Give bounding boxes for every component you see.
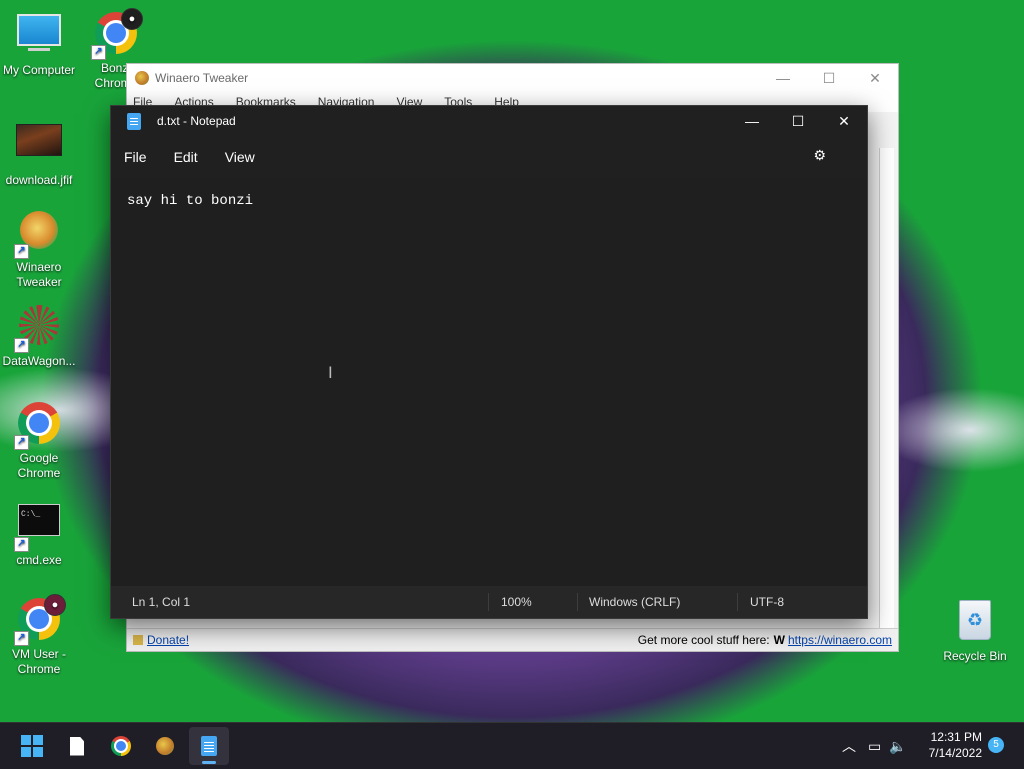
winaero-icon [135, 71, 149, 85]
winaero-title: Winaero Tweaker [155, 71, 249, 85]
notepad-text-area[interactable]: say hi to bonzi [111, 178, 867, 586]
taskbar-clock[interactable]: 12:31 PM 7/14/2022 [929, 729, 982, 761]
chrome-icon: ● ↗ [14, 594, 66, 646]
shortcut-arrow-icon: ↗ [14, 338, 29, 353]
desktop-icon-label: DataWagon... [2, 354, 76, 368]
monitor-icon [16, 14, 62, 60]
minimize-icon[interactable]: — [729, 106, 775, 136]
donate-link[interactable]: Donate! [147, 633, 189, 647]
menu-file[interactable]: File [124, 149, 147, 165]
status-encoding: UTF-8 [737, 593, 784, 611]
text-cursor-icon: I [328, 363, 333, 382]
desktop-icon-google-chrome[interactable]: ↗ Google Chrome [0, 400, 81, 481]
desktop-icon-label: Winaero Tweaker [16, 260, 62, 289]
desktop-icon-label: My Computer [2, 63, 76, 77]
shortcut-arrow-icon: ↗ [14, 435, 29, 450]
notepad-title-bar[interactable]: d.txt - Notepad — ☐ ✕ [111, 106, 867, 136]
menu-view[interactable]: View [225, 149, 255, 165]
winaero-icon [156, 737, 174, 755]
network-icon[interactable]: ▭ [868, 738, 881, 755]
notification-badge[interactable]: 5 [988, 737, 1004, 753]
desktop-icon-vm-user-chrome[interactable]: ● ↗ VM User - Chrome [0, 594, 81, 677]
shortcut-arrow-icon: ↗ [14, 537, 29, 552]
close-icon[interactable]: ✕ [852, 64, 898, 92]
notepad-icon [127, 112, 141, 130]
clock-date: 7/14/2022 [928, 746, 982, 760]
desktop-icon-recycle-bin[interactable]: ♻ Recycle Bin [933, 596, 1017, 664]
settings-gear-icon[interactable]: ⚙ [813, 147, 826, 164]
winaero-title-bar[interactable]: Winaero Tweaker — ☐ ✕ [127, 64, 898, 92]
shortcut-arrow-icon: ↗ [14, 244, 29, 259]
desktop-icon-cmd[interactable]: C:\_ ↗ cmd.exe [0, 500, 81, 568]
notepad-content: say hi to bonzi [127, 193, 254, 209]
desktop: My Computer ● ↗ Bonzi Chrome download.jf… [0, 0, 1024, 722]
winaero-w-icon: W [773, 633, 785, 647]
image-thumbnail-icon [16, 124, 62, 170]
desktop-icon-winaero-tweaker[interactable]: ↗ Winaero Tweaker [0, 208, 81, 290]
chevron-up-icon[interactable]: ︿ [842, 736, 856, 756]
chrome-icon: ● ↗ [91, 8, 143, 60]
taskbar-notepad[interactable] [189, 727, 229, 765]
close-icon[interactable]: ✕ [821, 106, 867, 136]
desktop-icon-label: download.jfif [5, 173, 73, 187]
windows-logo-icon [21, 735, 43, 757]
start-button[interactable] [12, 727, 52, 765]
notepad-icon [201, 736, 217, 756]
desktop-icon-label: VM User - Chrome [12, 647, 66, 676]
taskbar-file-explorer[interactable] [57, 727, 97, 765]
status-zoom: 100% [488, 593, 577, 611]
notepad-status-bar: Ln 1, Col 1 100% Windows (CRLF) UTF-8 [111, 586, 867, 618]
winaero-website-link[interactable]: https://winaero.com [788, 633, 892, 647]
desktop-icon-label: Google Chrome [17, 451, 61, 480]
profile-icon: ● [121, 8, 143, 30]
desktop-icon-my-computer[interactable]: My Computer [0, 10, 81, 78]
maximize-icon[interactable]: ☐ [806, 64, 852, 92]
volume-icon[interactable]: 🔈 [889, 738, 906, 755]
recycle-bin-icon: ♻ [952, 600, 998, 646]
shortcut-arrow-icon: ↗ [91, 45, 106, 60]
menu-edit[interactable]: Edit [174, 149, 198, 165]
notepad-title: d.txt - Notepad [157, 114, 236, 128]
taskbar-winaero[interactable] [145, 727, 185, 765]
status-line-ending: Windows (CRLF) [577, 593, 737, 611]
clock-time: 12:31 PM [930, 730, 982, 744]
maximize-icon[interactable]: ☐ [775, 106, 821, 136]
winaero-icon: ↗ [14, 211, 62, 259]
donate-icon [133, 635, 143, 645]
notepad-window[interactable]: d.txt - Notepad — ☐ ✕ File Edit View ⚙ s… [110, 105, 868, 619]
taskbar-chrome[interactable] [101, 727, 141, 765]
winaero-status-bar: Donate! Get more cool stuff here: W http… [127, 628, 898, 651]
taskbar: ︿ ▭ 🔈 12:31 PM 7/14/2022 5 [0, 722, 1024, 769]
chrome-icon: ↗ [14, 402, 62, 450]
terminal-icon: C:\_ ↗ [14, 504, 62, 552]
profile-icon: ● [44, 594, 66, 616]
minimize-icon[interactable]: — [760, 64, 806, 92]
desktop-icon-download-jfif[interactable]: download.jfif [0, 118, 81, 188]
desktop-icon-label: cmd.exe [16, 553, 62, 567]
chrome-icon [111, 736, 131, 756]
notepad-menu-bar: File Edit View ⚙ [111, 136, 867, 178]
winaero-content-panel [879, 148, 894, 633]
datawagon-icon: ↗ [14, 305, 62, 353]
status-position: Ln 1, Col 1 [132, 595, 191, 609]
shortcut-arrow-icon: ↗ [14, 631, 29, 646]
desktop-icon-label: Recycle Bin [943, 649, 1007, 663]
desktop-icon-datawagon[interactable]: ↗ DataWagon... [0, 303, 81, 369]
winaero-promo-text: Get more cool stuff here: [637, 633, 770, 647]
file-icon [70, 736, 84, 756]
